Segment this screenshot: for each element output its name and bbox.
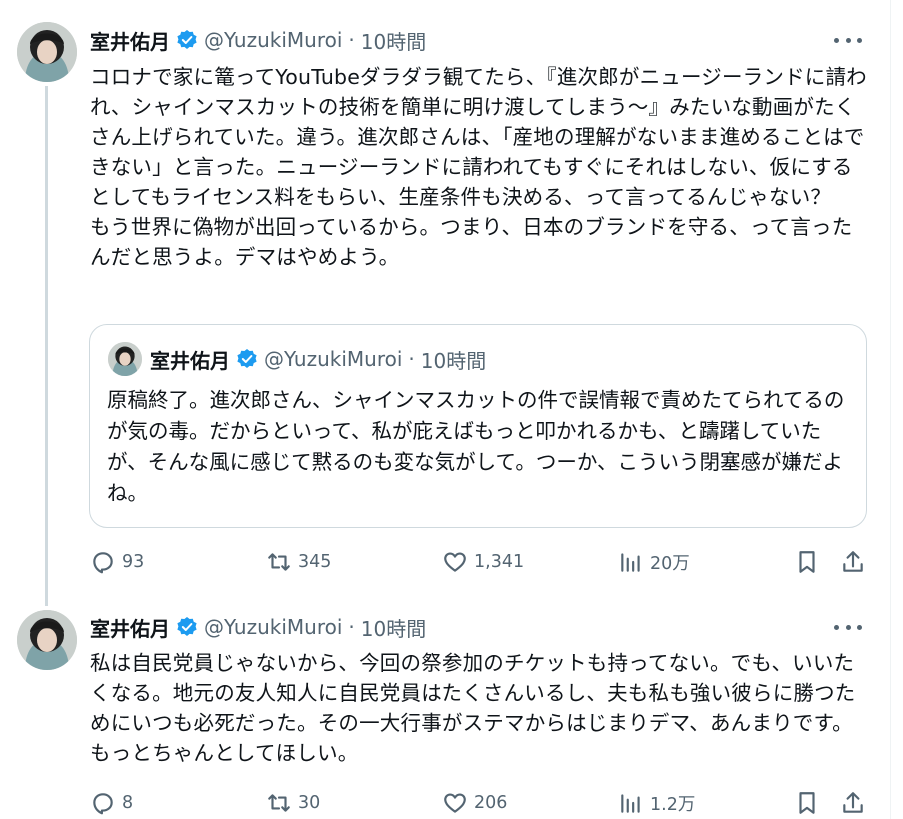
share-icon bbox=[843, 792, 863, 813]
quote-timestamp: 10時間 bbox=[420, 348, 487, 373]
quote-avatar-image bbox=[108, 342, 142, 376]
more-icon[interactable] bbox=[834, 617, 862, 637]
views-count: 20万 bbox=[650, 553, 690, 574]
bookmark-button[interactable] bbox=[794, 787, 820, 819]
reply-count: 93 bbox=[122, 552, 145, 572]
tweet[interactable]: 室井佑月 @YuzukiMuroi · 10時間 コロナで家に篭ってYouTub… bbox=[0, 0, 890, 606]
timestamp[interactable]: 10時間 bbox=[361, 26, 426, 55]
reply-button[interactable]: 93 bbox=[90, 546, 144, 578]
like-button[interactable]: 206 bbox=[442, 787, 507, 819]
share-icon bbox=[843, 551, 863, 572]
thread-connector bbox=[45, 86, 48, 606]
like-icon bbox=[444, 793, 466, 813]
share-button[interactable] bbox=[840, 546, 866, 578]
views-icon bbox=[621, 794, 640, 813]
separator-dot: · bbox=[348, 28, 355, 52]
quoted-tweet[interactable]: 室井佑月 @YuzukiMuroi · 10時間 原稿終了。進次郎さん、シャイン… bbox=[89, 324, 867, 528]
bookmark-icon bbox=[799, 551, 815, 573]
avatar[interactable] bbox=[17, 22, 77, 82]
action-bar: 93 345 1,341 20万 bbox=[88, 546, 873, 578]
tweet-header: 室井佑月 @YuzukiMuroi · 10時間 bbox=[90, 25, 426, 55]
verified-badge-icon bbox=[177, 617, 197, 636]
retweet-icon bbox=[268, 794, 290, 812]
tweet-header: 室井佑月 @YuzukiMuroi · 10時間 bbox=[90, 612, 426, 642]
display-name[interactable]: 室井佑月 bbox=[90, 26, 170, 55]
quote-text: 原稿終了。進次郎さん、シャインマスカットの件で誤情報で責めたてられてるのが気の毒… bbox=[107, 388, 845, 505]
action-bar: 8 30 206 1.2万 bbox=[88, 787, 873, 819]
like-icon bbox=[444, 552, 466, 572]
quote-avatar bbox=[108, 342, 142, 376]
avatar-image bbox=[17, 610, 77, 670]
views-button[interactable]: 20万 bbox=[618, 546, 690, 578]
views-icon bbox=[621, 553, 640, 572]
bookmark-button[interactable] bbox=[794, 546, 820, 578]
retweet-icon bbox=[268, 553, 290, 571]
like-count: 206 bbox=[474, 793, 508, 813]
retweet-count: 345 bbox=[298, 552, 332, 572]
tweet[interactable]: 室井佑月 @YuzukiMuroi · 10時間 私は自民党員じゃないから、今回… bbox=[0, 600, 890, 819]
handle[interactable]: @YuzukiMuroi bbox=[204, 28, 342, 52]
timestamp[interactable]: 10時間 bbox=[361, 613, 426, 642]
views-count: 1.2万 bbox=[650, 794, 696, 815]
like-count: 1,341 bbox=[474, 552, 525, 572]
more-icon[interactable] bbox=[834, 30, 862, 50]
retweet-button[interactable]: 345 bbox=[266, 546, 331, 578]
quote-display-name: 室井佑月 bbox=[150, 348, 230, 373]
share-button[interactable] bbox=[840, 787, 866, 819]
separator-dot: · bbox=[408, 347, 415, 371]
separator-dot: · bbox=[348, 615, 355, 639]
display-name[interactable]: 室井佑月 bbox=[90, 613, 170, 642]
tweet-text: 私は自民党員じゃないから、今回の祭参加のチケットも持ってない。でも、いいたくなる… bbox=[90, 651, 856, 765]
tweet-text: コロナで家に篭ってYouTubeダラダラ観てたら、『進次郎がニュージーランドに請… bbox=[90, 65, 867, 269]
reply-button[interactable]: 8 bbox=[90, 787, 133, 819]
verified-badge-icon bbox=[177, 30, 197, 49]
bookmark-icon bbox=[799, 792, 815, 814]
quote-header: 室井佑月 @YuzukiMuroi · 10時間 bbox=[150, 344, 486, 374]
retweet-count: 30 bbox=[298, 793, 321, 813]
handle[interactable]: @YuzukiMuroi bbox=[204, 615, 342, 639]
avatar[interactable] bbox=[17, 610, 77, 670]
like-button[interactable]: 1,341 bbox=[442, 546, 524, 578]
views-button[interactable]: 1.2万 bbox=[618, 787, 695, 819]
reply-icon bbox=[93, 793, 113, 815]
column-border bbox=[890, 0, 891, 819]
retweet-button[interactable]: 30 bbox=[266, 787, 320, 819]
reply-count: 8 bbox=[122, 793, 134, 813]
quote-handle: @YuzukiMuroi bbox=[264, 347, 403, 371]
avatar-image bbox=[17, 22, 77, 82]
verified-badge-icon bbox=[237, 349, 257, 368]
reply-icon bbox=[93, 552, 113, 574]
